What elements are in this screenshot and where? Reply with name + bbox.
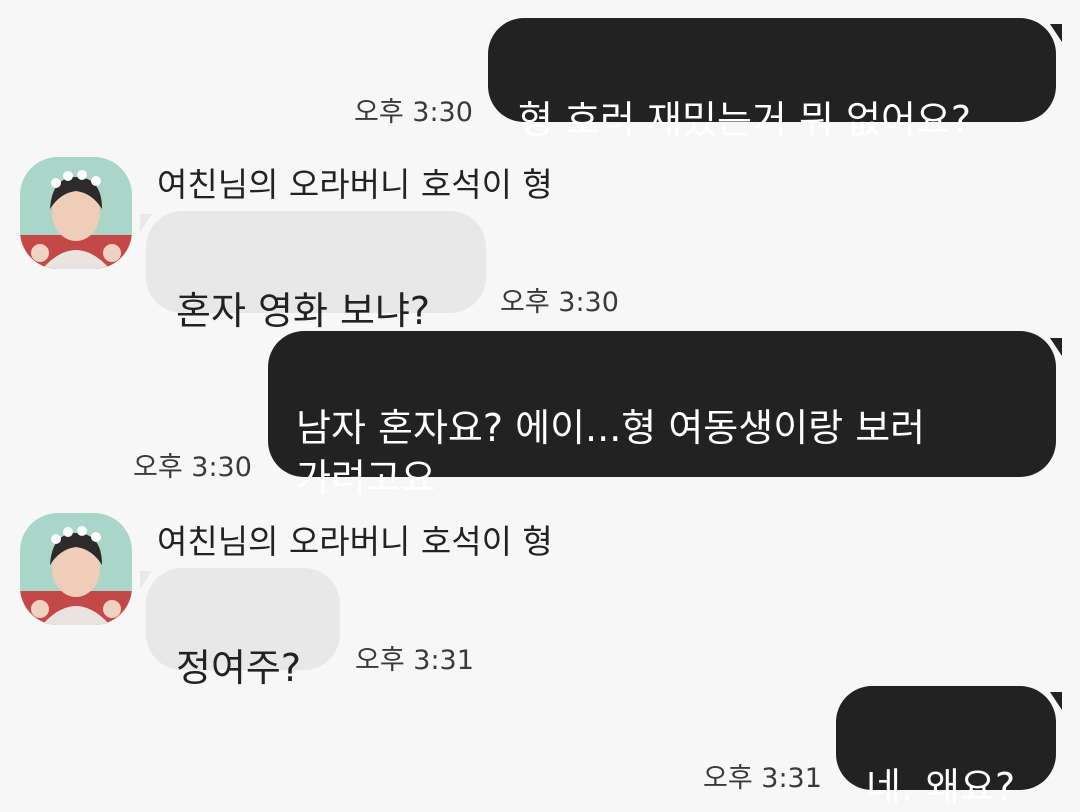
chat-message-outgoing: 네. 왜요? 오후 3:31 xyxy=(0,0,1080,810)
message-timestamp: 오후 3:31 xyxy=(703,763,822,794)
message-text: 네. 왜요? xyxy=(866,765,1016,809)
message-bubble-outgoing[interactable]: 네. 왜요? xyxy=(836,686,1056,809)
bubble-tail xyxy=(1050,692,1062,710)
